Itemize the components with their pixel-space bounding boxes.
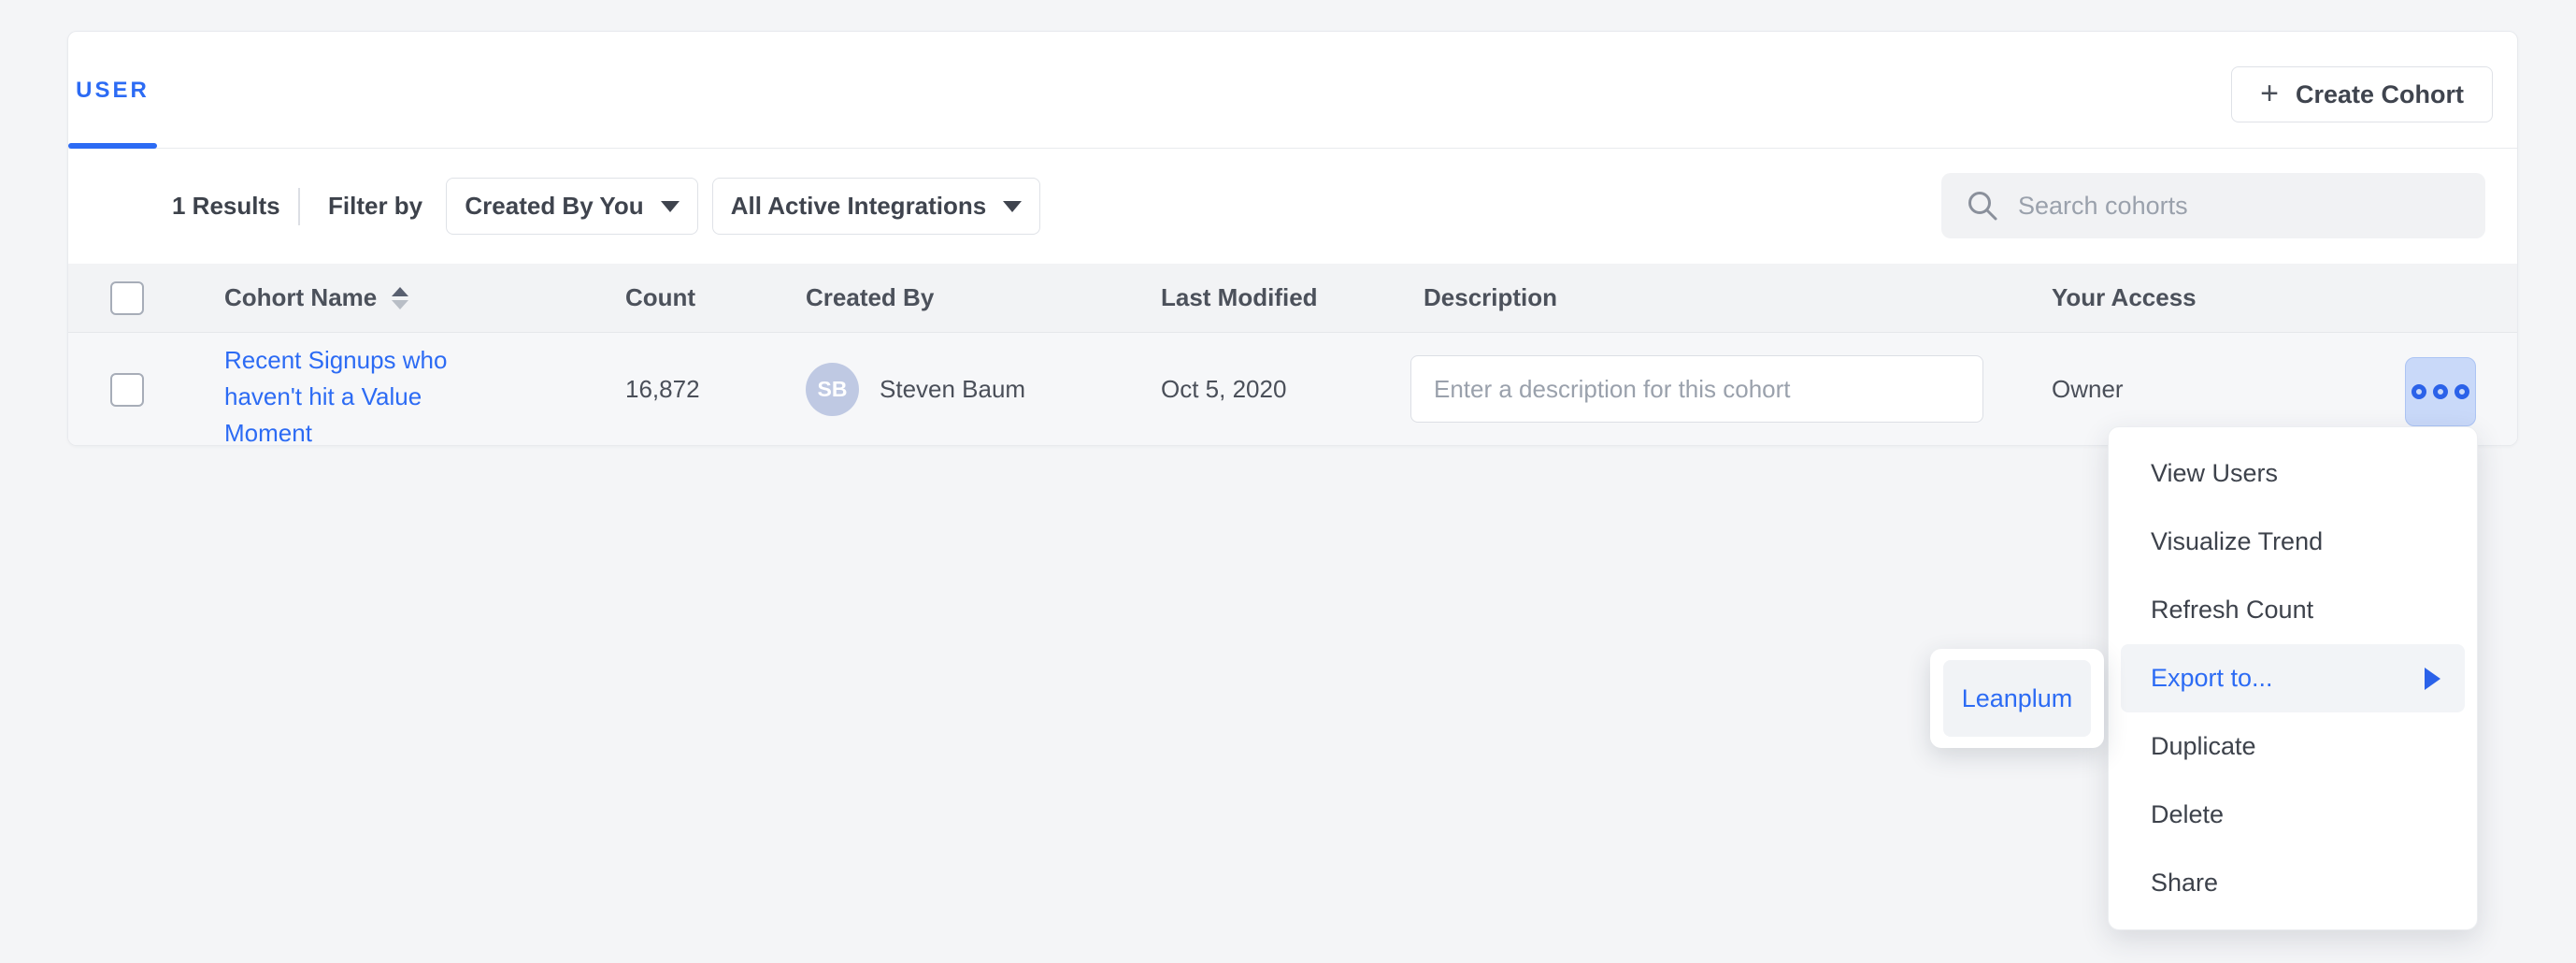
more-dots-icon bbox=[2454, 384, 2469, 399]
created-by-dropdown-value: Created By You bbox=[465, 192, 643, 221]
header-description: Description bbox=[1424, 264, 1557, 332]
header-your-access: Your Access bbox=[2052, 264, 2197, 332]
tab-user-label: USER bbox=[76, 78, 150, 104]
search-input[interactable] bbox=[2018, 192, 2461, 221]
description-input[interactable] bbox=[1410, 355, 1983, 423]
cohort-name-link[interactable]: Recent Signups who haven't hit a Value M… bbox=[224, 342, 465, 446]
filter-divider bbox=[298, 188, 300, 225]
results-count: 1 Results bbox=[172, 149, 280, 264]
row-checkbox[interactable] bbox=[110, 373, 144, 407]
filter-bar: 1 Results Filter by Created By You All A… bbox=[68, 149, 2517, 264]
table-header-row: Cohort Name Count Created By Last Modifi… bbox=[68, 264, 2517, 333]
more-dots-icon bbox=[2433, 384, 2448, 399]
export-submenu: Leanplum bbox=[1930, 649, 2104, 748]
menu-item-refresh-count[interactable]: Refresh Count bbox=[2121, 576, 2465, 644]
menu-item-delete[interactable]: Delete bbox=[2121, 781, 2465, 849]
menu-item-export-to-label: Export to... bbox=[2151, 664, 2273, 693]
caret-down-icon bbox=[661, 201, 680, 212]
created-by-cell: SB Steven Baum bbox=[806, 333, 1025, 446]
more-dots-icon bbox=[2411, 384, 2426, 399]
header-cohort-name[interactable]: Cohort Name bbox=[224, 264, 408, 332]
avatar: SB bbox=[806, 363, 859, 416]
sort-icon[interactable] bbox=[392, 287, 408, 309]
integrations-dropdown[interactable]: All Active Integrations bbox=[712, 178, 1040, 235]
menu-item-view-users[interactable]: View Users bbox=[2121, 439, 2465, 508]
plus-icon: + bbox=[2260, 78, 2279, 109]
header-count: Count bbox=[625, 264, 695, 332]
menu-item-visualize-trend[interactable]: Visualize Trend bbox=[2121, 508, 2465, 576]
header-last-modified: Last Modified bbox=[1161, 264, 1318, 332]
search-cohorts-box bbox=[1941, 173, 2485, 238]
menu-item-duplicate[interactable]: Duplicate bbox=[2121, 712, 2465, 781]
caret-down-icon bbox=[1003, 201, 1022, 212]
submenu-item-leanplum[interactable]: Leanplum bbox=[1943, 660, 2091, 737]
menu-item-share[interactable]: Share bbox=[2121, 849, 2465, 917]
submenu-arrow-icon bbox=[2425, 668, 2440, 690]
tab-user[interactable]: USER bbox=[68, 32, 157, 149]
row-actions-button[interactable] bbox=[2405, 357, 2476, 426]
tab-bar: USER + Create Cohort bbox=[68, 32, 2517, 149]
create-cohort-button[interactable]: + Create Cohort bbox=[2231, 66, 2493, 122]
row-actions-menu: View Users Visualize Trend Refresh Count… bbox=[2108, 426, 2478, 930]
filter-by-label: Filter by bbox=[328, 149, 422, 264]
created-by-dropdown[interactable]: Created By You bbox=[446, 178, 698, 235]
integrations-dropdown-value: All Active Integrations bbox=[731, 192, 987, 221]
menu-item-export-to[interactable]: Export to... bbox=[2121, 644, 2465, 712]
created-by-name: Steven Baum bbox=[880, 375, 1025, 404]
create-cohort-label: Create Cohort bbox=[2296, 80, 2464, 109]
cohort-count: 16,872 bbox=[625, 333, 700, 446]
select-all-checkbox[interactable] bbox=[110, 281, 144, 315]
header-created-by: Created By bbox=[806, 264, 934, 332]
cohorts-panel: USER + Create Cohort 1 Results Filter by… bbox=[67, 31, 2518, 446]
last-modified-cell: Oct 5, 2020 bbox=[1161, 333, 1286, 446]
search-icon bbox=[1966, 189, 1999, 223]
